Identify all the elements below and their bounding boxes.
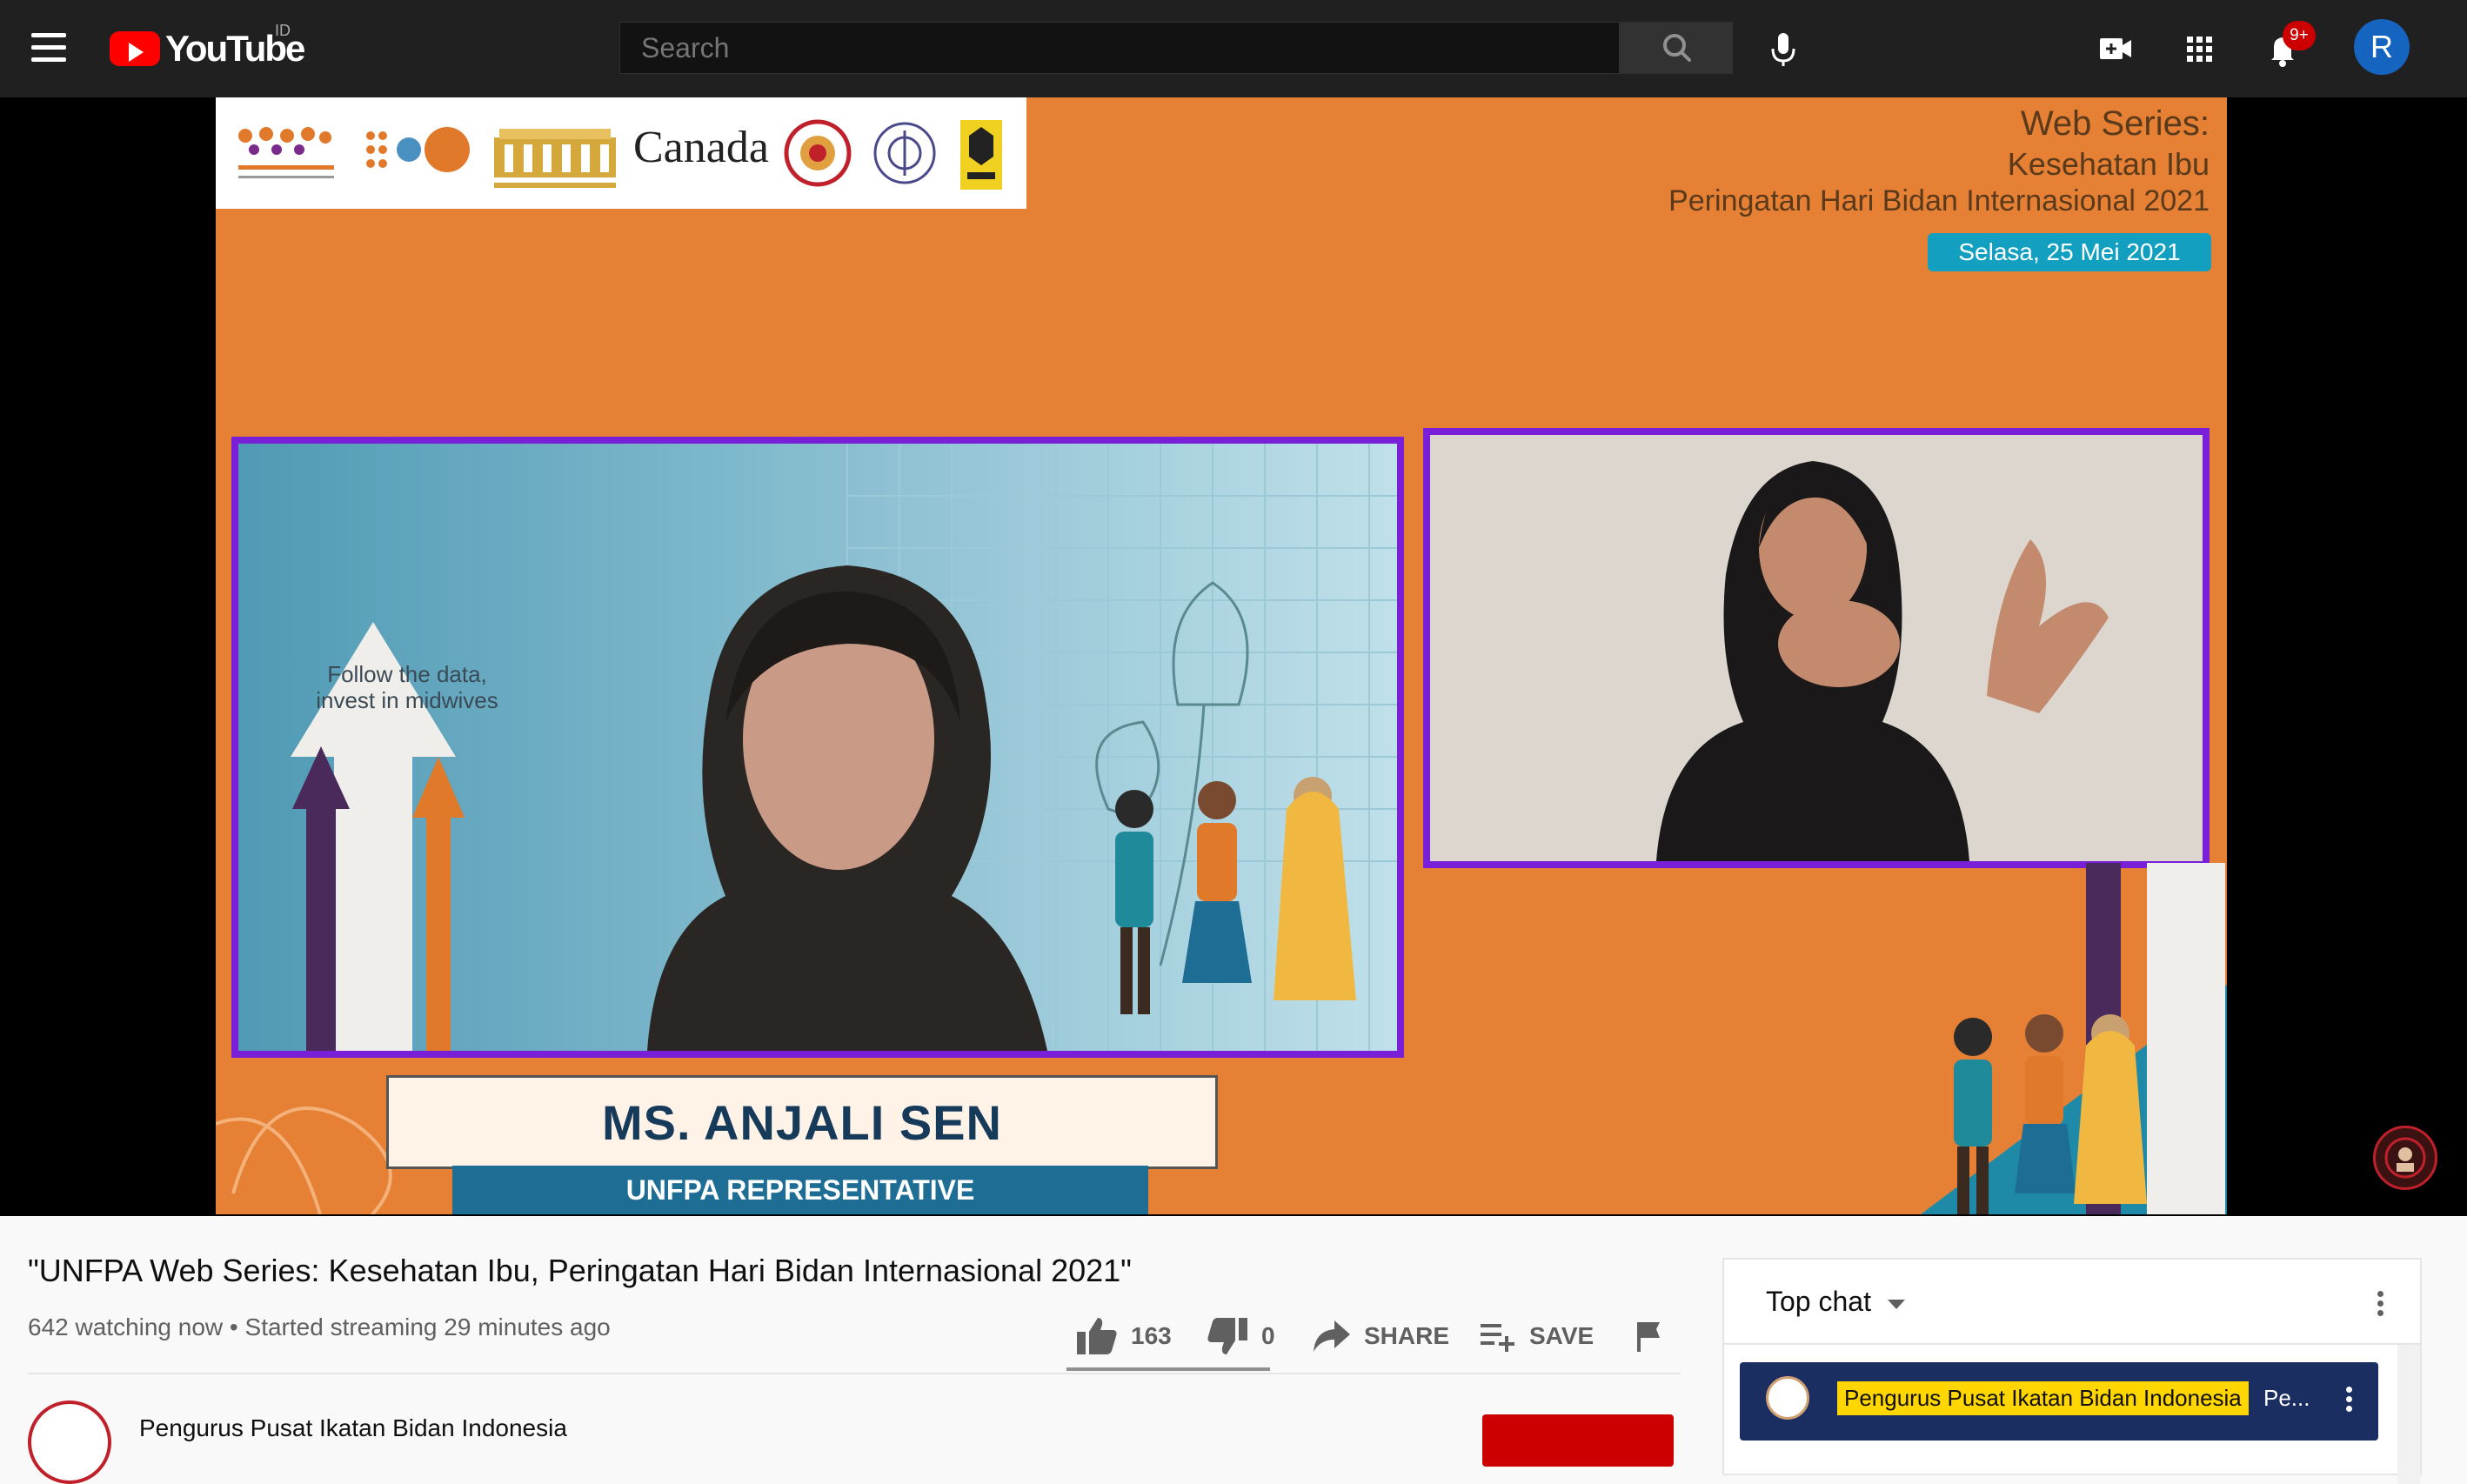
- share-icon: [1314, 1320, 1350, 1352]
- search-input[interactable]: [619, 22, 1620, 74]
- speaker-name: MS. ANJALI SEN: [386, 1075, 1218, 1169]
- guide-menu-button[interactable]: [24, 26, 73, 71]
- info-divider: [28, 1373, 1681, 1374]
- like-button[interactable]: 163: [1075, 1312, 1172, 1360]
- share-button[interactable]: SHARE: [1312, 1312, 1449, 1360]
- search-button[interactable]: [1620, 22, 1733, 74]
- caret-down-icon[interactable]: [1888, 1300, 1905, 1309]
- ibi-watermark-icon: [2384, 1137, 2426, 1179]
- video-camera-icon: [2100, 38, 2131, 59]
- event-date-badge: Selasa, 25 Mei 2021: [1928, 233, 2211, 271]
- channel-avatar[interactable]: [28, 1400, 111, 1484]
- pinned-message[interactable]: Pengurus Pusat Ikatan Bidan Indonesia Pe…: [1740, 1362, 2378, 1441]
- notification-badge: 9+: [2283, 21, 2316, 50]
- dislike-button[interactable]: 0: [1206, 1312, 1275, 1360]
- playlist-add-icon: [1481, 1324, 1514, 1352]
- chat-scrollbar[interactable]: [2397, 1345, 2420, 1484]
- view-info: 642 watching now • Started streaming 29 …: [28, 1314, 611, 1340]
- web-series-topic: Kesehatan Ibu: [2007, 146, 2210, 182]
- thumbs-up-icon: [1077, 1318, 1117, 1354]
- report-button[interactable]: [1634, 1312, 1677, 1360]
- country-code: ID: [275, 22, 291, 39]
- speaker-video-frame: Follow the data, invest in midwives: [231, 437, 1404, 1058]
- speaker-role: UNFPA REPRESENTATIVE: [452, 1166, 1148, 1214]
- pinned-author-name: Pengurus Pusat Ikatan Bidan Indonesia: [1837, 1381, 2249, 1415]
- masthead: YouTube ID Search 9+ R: [0, 0, 2467, 97]
- flag-icon: [1637, 1322, 1660, 1352]
- pinned-author-avatar: [1766, 1376, 1809, 1420]
- save-button[interactable]: SAVE: [1479, 1312, 1594, 1360]
- thumbs-down-icon: [1207, 1318, 1247, 1354]
- youtube-play-icon: [110, 31, 160, 66]
- slide-caption-line: Follow the data,: [327, 661, 487, 687]
- pinned-more-options-button[interactable]: [2337, 1380, 2361, 1418]
- video-frame[interactable]: Canada Web Series: Kesehatan Ibu Peringa…: [216, 97, 2227, 1214]
- university-emblem: [960, 120, 1002, 190]
- kantor-staf-presiden-logo: [494, 129, 616, 188]
- sponsor-logos: Canada: [216, 97, 1026, 209]
- illustration-right: [1921, 863, 2227, 1214]
- menu-line: [31, 45, 66, 50]
- knowledge-hub-logo: [238, 127, 334, 178]
- account-avatar[interactable]: R: [2354, 19, 2410, 75]
- search-icon: [1663, 34, 1691, 62]
- apps-button[interactable]: [2173, 23, 2225, 75]
- unfpa-logo: [366, 127, 470, 172]
- slide-caption-line: invest in midwives: [316, 687, 498, 713]
- aipkind-emblem: [873, 122, 936, 184]
- slide-background: [238, 444, 1397, 1051]
- sentiment-bar: [1066, 1367, 1270, 1371]
- live-chat-panel: Top chat Pengurus Pusat Ikatan Bidan Ind…: [1722, 1258, 2422, 1484]
- save-label: SAVE: [1529, 1322, 1595, 1349]
- interpreter-figure: [1430, 435, 2203, 861]
- ibi-emblem: [784, 119, 852, 187]
- chat-header: Top chat: [1724, 1260, 2420, 1345]
- video-title: "UNFPA Web Series: Kesehatan Ibu, Pering…: [28, 1253, 1132, 1288]
- menu-line: [31, 33, 66, 37]
- apps-grid-icon: [2187, 37, 2212, 62]
- subscribe-button[interactable]: [1482, 1414, 1674, 1467]
- share-label: SHARE: [1364, 1322, 1450, 1349]
- menu-line: [31, 57, 66, 62]
- canada-wordmark: Canada: [633, 123, 769, 172]
- pinned-message-text: Pe...: [2263, 1385, 2310, 1411]
- chat-mode-dropdown[interactable]: Top chat: [1766, 1286, 1871, 1318]
- dislike-count: 0: [1261, 1322, 1275, 1349]
- voice-search-button[interactable]: [1757, 23, 1809, 75]
- create-video-button[interactable]: [2089, 23, 2142, 75]
- web-series-title: Web Series:: [2020, 104, 2210, 143]
- sign-interpreter-frame: [1423, 428, 2210, 868]
- channel-watermark[interactable]: [2373, 1126, 2437, 1190]
- microphone-icon: [1771, 33, 1795, 66]
- slide-caption: Follow the data, invest in midwives: [294, 661, 520, 713]
- channel-name[interactable]: Pengurus Pusat Ikatan Bidan Indonesia: [139, 1414, 567, 1442]
- web-series-event: Peringatan Hari Bidan Internasional 2021: [1668, 184, 2210, 217]
- chat-more-options-button[interactable]: [2368, 1286, 2392, 1320]
- like-count: 163: [1131, 1322, 1172, 1349]
